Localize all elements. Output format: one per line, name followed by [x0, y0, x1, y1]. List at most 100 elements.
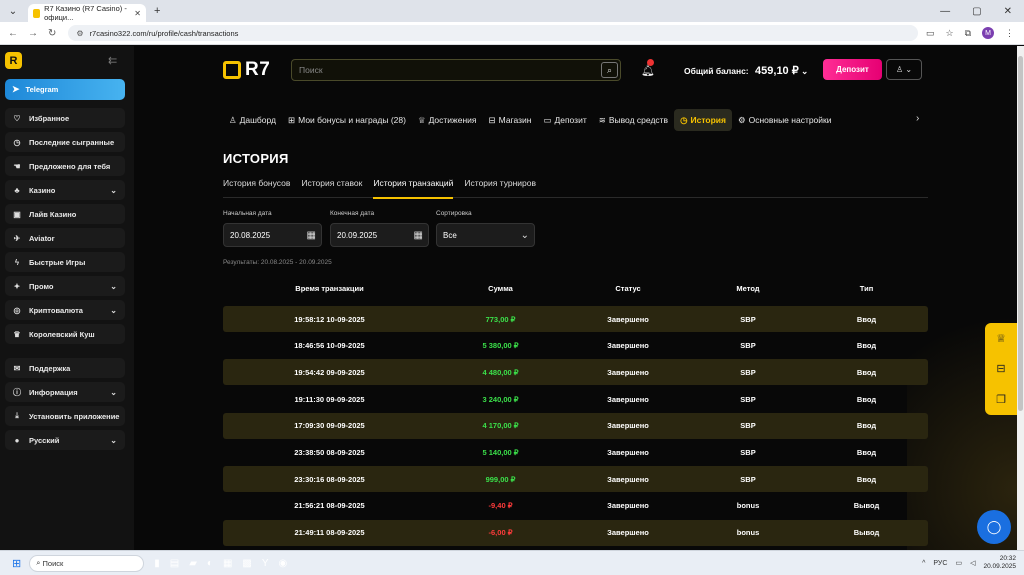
task-view-icon[interactable]: ▮ [154, 558, 160, 569]
back-icon[interactable]: ← [8, 28, 18, 39]
table-row: 17:09:30 09-09-2025 4 170,00 ₽ Завершено SB… [223, 412, 928, 439]
os-taskbar: ⊞ ⌕ Поиск ▮ ▤ ▰ ◐ ▦ ▩ Y ◉ ^ РУС ▭ ◁ 20:3… [0, 550, 1024, 575]
scrollbar-thumb[interactable] [1018, 56, 1023, 411]
url-field[interactable]: ⚙ r7casino322.com/ru/profile/cash/transa… [68, 25, 919, 41]
volume-icon[interactable]: ◁ [970, 559, 975, 567]
start-date-field[interactable]: 20.08.2025 ▦ [223, 223, 322, 247]
file-explorer-icon[interactable]: ▰ [189, 558, 197, 569]
table-row: 23:30:16 08-09-2025 999,00 ₽ Завершено SBP В… [223, 466, 928, 493]
user-menu-button[interactable]: ♙ ⌄ [886, 59, 922, 80]
maximize-icon[interactable]: ▢ [972, 6, 981, 17]
search-input[interactable]: Поиск ⌕ [291, 59, 621, 81]
cell-method: SBP [740, 394, 756, 404]
yandex-icon[interactable]: Y [262, 558, 269, 569]
nav-tab[interactable]: ♕ Достижения [412, 109, 483, 131]
edge-icon[interactable]: ◐ [207, 558, 213, 569]
sidebar-item[interactable]: ✈ Aviator [5, 228, 125, 248]
balance-amount: 459,10 ₽ [755, 65, 799, 77]
end-date-field[interactable]: 20.09.2025 ▦ [330, 223, 429, 247]
system-clock[interactable]: 20:32 20.09.2025 [983, 555, 1016, 571]
network-icon[interactable]: ▭ [955, 559, 962, 567]
calendar-icon[interactable]: ▦ [307, 230, 316, 241]
sidebar-item[interactable]: ◎ Криптовалюта ⌄ [5, 300, 125, 320]
trophy-icon: ♕ [417, 114, 426, 125]
cell-status: Завершено [607, 501, 649, 511]
nav-tab[interactable]: ▭ Депозит [537, 109, 592, 131]
chrome-icon[interactable]: ◉ [279, 558, 288, 569]
history-sub-tab[interactable]: История транзакций [373, 178, 454, 199]
search-placeholder: Поиск [299, 65, 323, 75]
sidebar-item[interactable]: ϟ Быстрые Игры [5, 252, 125, 272]
nav-tab[interactable]: ◷ История [674, 109, 732, 131]
new-tab-icon[interactable]: + [154, 5, 160, 17]
sidebar-item[interactable]: ☚ Предложено для тебя [5, 156, 125, 176]
cell-time: 19:58:12 10-09-2025 [294, 314, 365, 324]
collapse-sidebar-icon[interactable]: ⇇ [108, 54, 117, 67]
nav-tab[interactable]: ⊟ Магазин [483, 109, 538, 131]
balance-display[interactable]: Общий баланс: 459,10 ₽ ⌄ [684, 64, 808, 77]
support-chat-button[interactable]: ◯ [977, 510, 1011, 544]
windows-start-icon[interactable]: ⊞ [12, 557, 21, 570]
language-indicator[interactable]: РУС [933, 560, 947, 567]
tab-list-icon[interactable]: ⌄ [4, 2, 22, 20]
sidebar-item[interactable]: ✉ Поддержка [5, 358, 125, 378]
calendar-icon[interactable]: ▦ [414, 230, 423, 241]
site-info-icon[interactable]: ⚙ [76, 29, 83, 38]
site-logo[interactable]: R7 [223, 59, 270, 81]
sidebar-item[interactable]: ⓘ Информация ⌄ [5, 382, 125, 402]
nav-tab[interactable]: ≋ Вывод средств [593, 109, 674, 131]
sidebar-item[interactable]: ✦ Промо ⌄ [5, 276, 125, 296]
history-sub-tab[interactable]: История бонусов [223, 178, 290, 198]
sort-select[interactable]: Все ⌄ [436, 223, 535, 247]
chevron-right-icon[interactable]: › [916, 113, 919, 124]
sidebar-item[interactable]: ♡ Избранное [5, 108, 125, 128]
store-icon[interactable]: ⊟ [996, 362, 1005, 375]
history-sub-tab[interactable]: История турниров [464, 178, 536, 198]
menu-dots-icon[interactable]: ⋮ [1005, 28, 1014, 39]
cards-icon[interactable]: ❐ [996, 393, 1006, 406]
end-date-label: Конечная дата [330, 210, 375, 217]
sidebar-item[interactable]: ♛ Королевский Куш [5, 324, 125, 344]
history-sub-tab[interactable]: История ставок [301, 178, 362, 198]
reload-icon[interactable]: ↻ [48, 28, 56, 39]
page-scrollbar[interactable] [1017, 46, 1024, 550]
close-window-icon[interactable]: ✕ [1004, 6, 1012, 17]
minimize-icon[interactable]: — [940, 6, 950, 17]
cell-method: SBP [740, 314, 756, 324]
nav-tab[interactable]: ♙ Дашборд [223, 109, 282, 131]
bookmark-star-icon[interactable]: ☆ [945, 28, 953, 39]
trophy-icon[interactable]: ♕ [996, 332, 1006, 345]
cell-status: Завершено [607, 474, 649, 484]
sidebar-item[interactable]: ◷ Последние сыгранные [5, 132, 125, 152]
cell-status: Завершено [607, 528, 649, 538]
tray-chevron-icon[interactable]: ^ [922, 560, 925, 567]
calculator-icon[interactable]: ▩ [242, 558, 251, 569]
cell-status: Завершено [607, 341, 649, 351]
store-app-icon[interactable]: ▦ [223, 558, 232, 569]
deposit-button[interactable]: Депозит [823, 59, 882, 80]
cell-time: 17:09:30 09-09-2025 [294, 421, 365, 431]
nav-tab[interactable]: ⊞ Мои бонусы и награды (28) [282, 109, 412, 131]
close-tab-icon[interactable]: ✕ [134, 9, 141, 18]
extensions-icon[interactable]: ⧉ [965, 28, 971, 39]
cell-method: SBP [740, 341, 756, 351]
nav-tab[interactable]: ⚙ Основные настройки [732, 109, 838, 131]
widgets-icon[interactable]: ▤ [170, 558, 179, 569]
sidebar-item[interactable]: ▣ Лайв Казино [5, 204, 125, 224]
sidebar-item[interactable]: ⤓ Установить приложение [5, 406, 125, 426]
forward-icon[interactable]: → [28, 28, 38, 39]
telegram-button[interactable]: ➤ Telegram [5, 79, 125, 100]
cell-method: SBP [740, 474, 756, 484]
taskbar-search[interactable]: ⌕ Поиск [29, 554, 145, 572]
cell-amount: 4 170,00 ₽ [482, 421, 519, 431]
sidebar-item[interactable]: ♣ Казино ⌄ [5, 180, 125, 200]
notifications-bell-icon[interactable]: 🔔︎ [641, 59, 655, 77]
sidebar-item[interactable]: ● Русский ⌄ [5, 430, 125, 450]
sidebar-logo[interactable]: R [5, 52, 22, 69]
browser-tab[interactable]: R7 Казино (R7 Casino) - офици... ✕ [28, 4, 146, 22]
hand-icon: ☚ [13, 161, 21, 171]
search-icon[interactable]: ⌕ [601, 62, 618, 78]
cast-icon[interactable]: ▭ [926, 28, 935, 39]
profile-avatar[interactable]: M [982, 27, 994, 39]
sort-label: Сортировка [436, 210, 472, 217]
